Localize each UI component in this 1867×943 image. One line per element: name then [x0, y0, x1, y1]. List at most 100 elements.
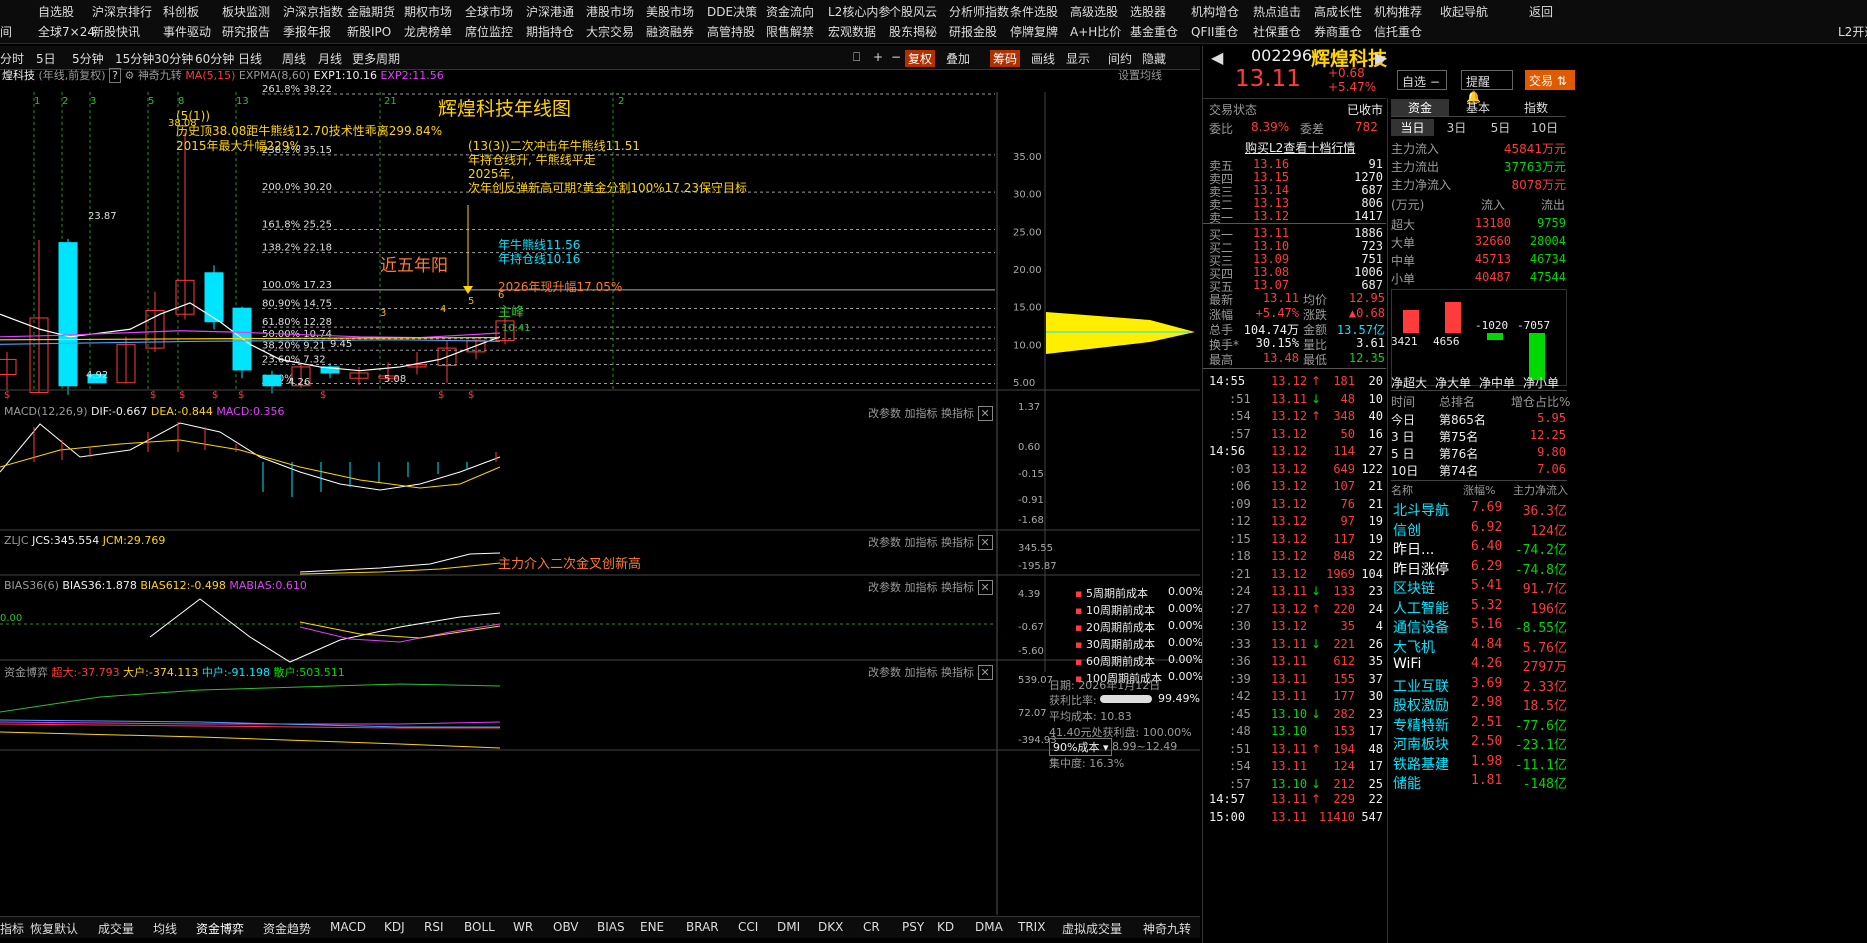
sector-header[interactable]: 名称 [1391, 482, 1413, 498]
indicator-tab[interactable]: KD [937, 920, 954, 934]
indicator-tab[interactable]: 指标 [0, 920, 24, 937]
menu-item[interactable]: 港股市场 [586, 3, 634, 20]
menu-item[interactable]: 美股市场 [646, 3, 694, 20]
indicator-tab[interactable]: 成交量 [98, 920, 134, 937]
sector-name[interactable]: 专精特新 [1393, 715, 1449, 735]
menu-item[interactable]: L2开通 [1838, 23, 1867, 40]
indicator-tab[interactable]: DKX [818, 920, 843, 934]
sector-name[interactable]: 大飞机 [1393, 637, 1435, 657]
flow-period-tab[interactable]: 3日 [1435, 119, 1478, 136]
toolbar-tool[interactable]: 间约 [1108, 50, 1132, 67]
menu-item[interactable]: 信托重仓 [1374, 23, 1422, 40]
plus-icon[interactable]: + [873, 50, 883, 64]
period-tab[interactable]: 更多周期 [352, 50, 400, 67]
period-tab[interactable]: 5日 [36, 50, 56, 67]
indicator-tab[interactable]: 资金博弈 [196, 920, 244, 937]
edit-params-button[interactable]: 改参数 [868, 536, 901, 549]
swap-indicator-button[interactable]: 换指标 [941, 581, 974, 594]
indicator-tab[interactable]: KDJ [384, 920, 405, 934]
menu-item[interactable]: 机构增仓 [1191, 3, 1239, 20]
sector-name[interactable]: 通信设备 [1393, 617, 1449, 637]
edit-params-button[interactable]: 改参数 [868, 666, 901, 679]
trade-button[interactable]: 交易 ⇅ [1525, 70, 1575, 90]
period-tab[interactable]: 月线 [318, 50, 342, 67]
tab-funds[interactable]: 资金 [1391, 99, 1449, 116]
sector-name[interactable]: 人工智能 [1393, 598, 1449, 618]
toolbar-tool[interactable]: 显示 [1066, 50, 1090, 67]
sector-name[interactable]: 储能 [1393, 773, 1421, 793]
help-icon[interactable]: ? [109, 68, 121, 83]
swap-indicator-button[interactable]: 换指标 [941, 407, 974, 420]
indicator-tab[interactable]: ENE [640, 920, 664, 934]
plugin-label[interactable]: 神奇九转 [138, 69, 182, 82]
menu-item[interactable]: 研报金股 [949, 23, 997, 40]
menu-item[interactable]: 全球7×24 [38, 23, 95, 40]
menu-item[interactable]: 高级选股 [1070, 3, 1118, 20]
menu-item[interactable]: 高成长性 [1314, 3, 1362, 20]
alert-button[interactable]: 提醒 🔔 [1461, 70, 1513, 104]
gear-icon[interactable]: ⚙ [124, 69, 134, 82]
menu-item[interactable]: 返回 [1529, 3, 1553, 20]
edit-params-button[interactable]: 改参数 [868, 581, 901, 594]
close-icon[interactable]: ✕ [977, 535, 993, 550]
menu-item[interactable]: 个股风云 [889, 3, 937, 20]
period-tab[interactable]: 分时 [0, 50, 24, 67]
menu-item[interactable]: 大宗交易 [586, 23, 634, 40]
toolbar-tool[interactable]: 隐藏 [1142, 50, 1166, 67]
menu-item[interactable]: 停牌复牌 [1010, 23, 1058, 40]
menu-item[interactable]: 期权市场 [404, 3, 452, 20]
menu-item[interactable]: 基金重仓 [1130, 23, 1178, 40]
add-indicator-button[interactable]: 加指标 [905, 581, 938, 594]
menu-item[interactable]: 季报年报 [283, 23, 331, 40]
menu-item[interactable]: 新股IPO [347, 23, 391, 40]
prev-stock-icon[interactable]: ◀ [1211, 48, 1223, 67]
menu-item[interactable]: 板块监测 [222, 3, 270, 20]
sector-header[interactable]: 主力净流入 [1513, 482, 1568, 498]
menu-item[interactable]: 宏观数据 [828, 23, 876, 40]
edit-params-button[interactable]: 改参数 [868, 407, 901, 420]
indicator-tab[interactable]: TRIX [1018, 920, 1045, 934]
swap-indicator-button[interactable]: 换指标 [941, 666, 974, 679]
sector-name[interactable]: 昨日... [1393, 539, 1434, 559]
menu-item[interactable]: 新股快讯 [92, 23, 140, 40]
indicator-tab[interactable]: 神奇九转 [1143, 920, 1191, 937]
menu-item[interactable]: 事件驱动 [163, 23, 211, 40]
tab-index[interactable]: 指数 [1507, 99, 1565, 116]
period-tab[interactable]: 日线 [238, 50, 262, 67]
sector-name[interactable]: 区块链 [1393, 578, 1435, 598]
sector-name[interactable]: 北斗导航 [1393, 500, 1449, 520]
flow-period-tab[interactable]: 当日 [1391, 119, 1434, 136]
period-tab[interactable]: 15分钟 [115, 50, 154, 67]
sector-name[interactable]: 铁路基建 [1393, 754, 1449, 774]
flow-period-tab[interactable]: 10日 [1523, 119, 1566, 136]
menu-item[interactable]: 全球市场 [465, 3, 513, 20]
indicator-tab[interactable]: BIAS [597, 920, 625, 934]
next-stock-icon[interactable]: ▶ [1375, 48, 1387, 67]
menu-item[interactable]: 券商重仓 [1314, 23, 1362, 40]
menu-item[interactable]: 条件选股 [1010, 3, 1058, 20]
indicator-tab[interactable]: CR [863, 920, 880, 934]
menu-item[interactable]: 龙虎榜单 [404, 23, 452, 40]
sector-name[interactable]: 信创 [1393, 520, 1421, 540]
lock-icon[interactable]: ⎕ [853, 50, 860, 65]
indicator-tab[interactable]: 恢复默认 [30, 920, 78, 937]
menu-item[interactable]: 沪深港通 [526, 3, 574, 20]
menu-item[interactable]: 分析师指数 [949, 3, 1009, 20]
menu-item[interactable]: 期指持仓 [526, 23, 574, 40]
toolbar-tool[interactable]: 画线 [1031, 50, 1055, 67]
indicator-tab[interactable]: DMA [975, 920, 1003, 934]
indicator-tab[interactable]: OBV [553, 920, 579, 934]
toolbar-tool[interactable]: 复权 [905, 50, 936, 67]
flow-period-tab[interactable]: 5日 [1479, 119, 1522, 136]
menu-item[interactable]: 社保重仓 [1253, 23, 1301, 40]
menu-item[interactable]: 高管持股 [707, 23, 755, 40]
sector-header[interactable]: 涨幅% [1463, 482, 1495, 498]
menu-item[interactable]: A+H比价 [1070, 23, 1121, 40]
add-indicator-button[interactable]: 加指标 [905, 666, 938, 679]
menu-item[interactable]: 自选股 [38, 3, 74, 20]
menu-item[interactable]: 股东揭秘 [889, 23, 937, 40]
sector-name[interactable]: 昨日涨停 [1393, 559, 1449, 579]
ma-label[interactable]: MA(5,15) [185, 69, 235, 82]
menu-item[interactable]: 沪深京排行 [92, 3, 152, 20]
indicator-tab[interactable]: PSY [902, 920, 924, 934]
